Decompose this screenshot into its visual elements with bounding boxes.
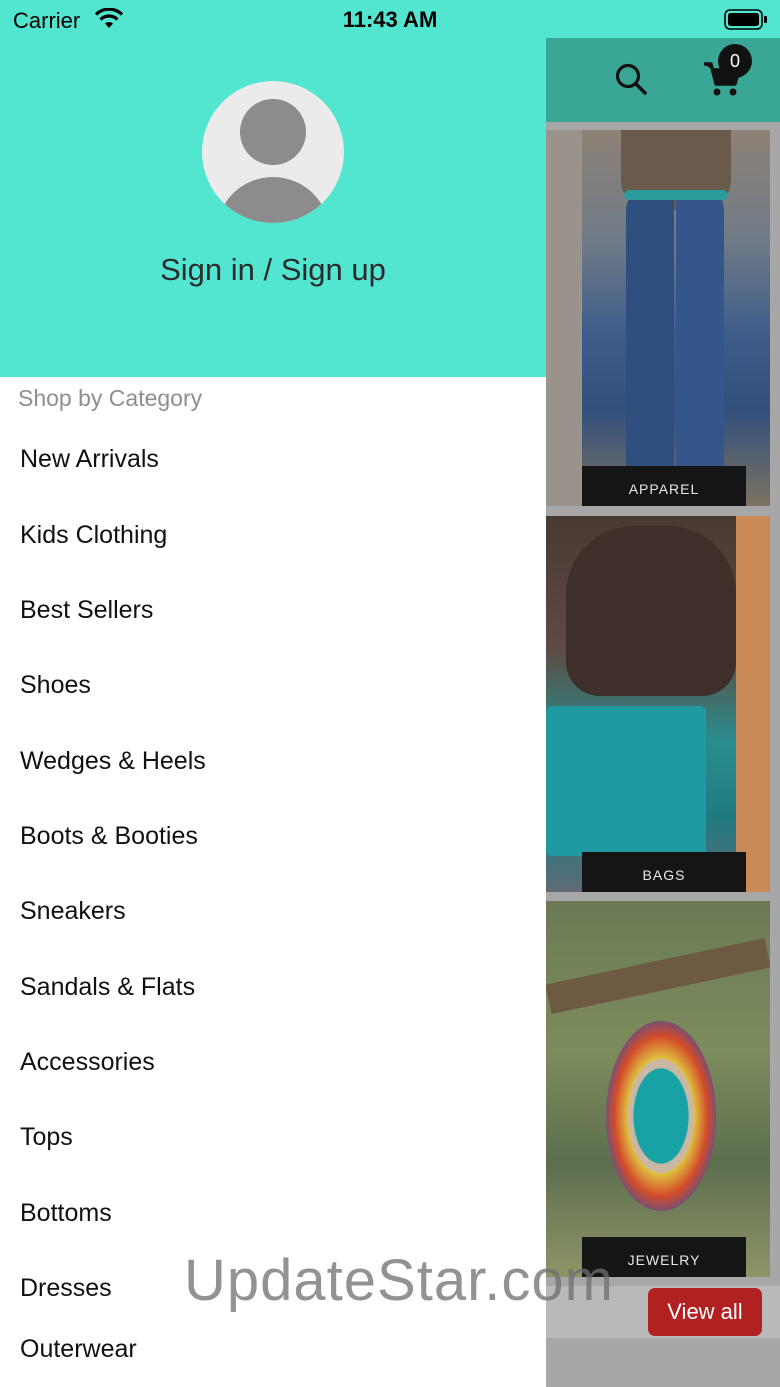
category-label: New Arrivals xyxy=(20,445,159,473)
category-tile-apparel[interactable]: APPAREL xyxy=(546,130,770,506)
search-icon[interactable] xyxy=(614,62,648,96)
sign-in-link[interactable]: Sign in / Sign up xyxy=(0,252,546,288)
watermark: UpdateStar.com xyxy=(184,1248,614,1313)
category-label: Bottoms xyxy=(20,1199,112,1227)
category-item-sandals-flats[interactable]: Sandals & Flats xyxy=(0,949,546,1025)
clock: 11:43 AM xyxy=(342,7,438,32)
category-label: Boots & Booties xyxy=(20,822,198,850)
category-item-accessories[interactable]: Accessories xyxy=(0,1024,546,1100)
category-item-kids-clothing[interactable]: Kids Clothing xyxy=(0,497,546,573)
category-item-boots-booties[interactable]: Boots & Booties xyxy=(0,798,546,874)
main-content-dimmed[interactable]: 0 APPAREL BAGS JEWELRY View all xyxy=(546,38,780,1387)
category-label: Sneakers xyxy=(20,897,126,925)
category-label: Shoes xyxy=(20,671,91,699)
category-label: Sandals & Flats xyxy=(20,973,196,1001)
category-item-outerwear[interactable]: Outerwear xyxy=(0,1311,546,1387)
category-label: Outerwear xyxy=(20,1335,137,1363)
category-item-shoes[interactable]: Shoes xyxy=(0,647,546,723)
category-item-best-sellers[interactable]: Best Sellers xyxy=(0,572,546,648)
category-label: Best Sellers xyxy=(20,596,154,624)
section-title: Shop by Category xyxy=(18,385,203,411)
avatar-head-shape xyxy=(240,99,306,165)
tile-label: BAGS xyxy=(582,852,746,892)
cart-count-badge: 0 xyxy=(718,44,752,78)
category-tile-bags[interactable]: BAGS xyxy=(546,516,770,892)
avatar-body-shape xyxy=(216,177,330,223)
category-label: Accessories xyxy=(20,1048,155,1076)
drawer-header: Sign in / Sign up xyxy=(0,0,546,377)
tile-label: APPAREL xyxy=(582,466,746,506)
category-item-wedges-heels[interactable]: Wedges & Heels xyxy=(0,723,546,799)
app-header: 0 xyxy=(546,38,780,122)
category-item-new-arrivals[interactable]: New Arrivals xyxy=(0,421,546,497)
avatar[interactable] xyxy=(202,81,344,223)
category-item-bottoms[interactable]: Bottoms xyxy=(0,1175,546,1251)
category-label: Tops xyxy=(20,1123,73,1151)
status-bar: Carrier 11:43 AM xyxy=(0,0,780,38)
view-all-button[interactable]: View all xyxy=(648,1288,762,1336)
category-item-tops[interactable]: Tops xyxy=(0,1099,546,1175)
category-label: Kids Clothing xyxy=(20,521,168,549)
battery-icon xyxy=(724,9,767,30)
category-tile-jewelry[interactable]: JEWELRY xyxy=(546,901,770,1277)
category-item-sneakers[interactable]: Sneakers xyxy=(0,873,546,949)
category-label: Wedges & Heels xyxy=(20,747,206,775)
navigation-drawer: Sign in / Sign up Shop by Category New A… xyxy=(0,0,546,1387)
